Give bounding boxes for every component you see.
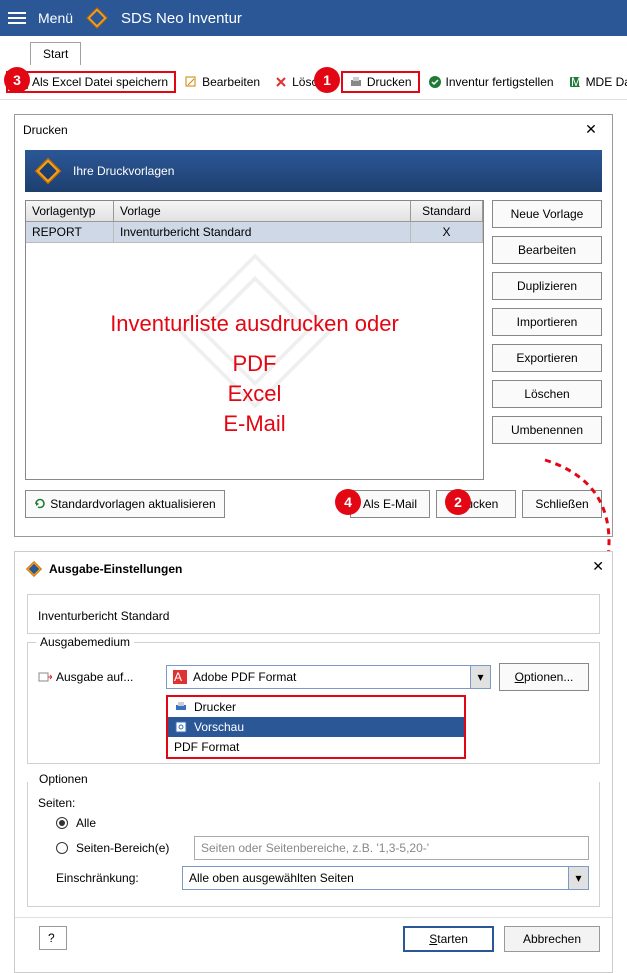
page-range-input[interactable]: Seiten oder Seitenbereiche, z.B. '1,3-5,… — [194, 836, 589, 860]
finish-icon — [428, 75, 442, 89]
toolbar-edit[interactable]: Bearbeiten — [178, 73, 266, 91]
svg-text:A: A — [174, 670, 182, 684]
output-dropdown: Drucker Vorschau PDF Format — [166, 695, 466, 759]
dialog-print-header: Ihre Druckvorlagen — [73, 164, 174, 178]
menu-icon[interactable] — [8, 12, 26, 24]
annotation-badge-3: 3 — [4, 67, 30, 93]
radio-range[interactable] — [56, 842, 68, 854]
import-button[interactable]: Importieren — [492, 308, 602, 336]
settings-close[interactable]: ✕ — [592, 558, 604, 575]
edit-icon — [184, 75, 198, 89]
output-label: Ausgabe auf... — [56, 670, 133, 684]
toolbar-save-excel[interactable]: X Als Excel Datei speichern — [6, 71, 176, 93]
output-combo[interactable]: A Adobe PDF Format ▾ — [166, 665, 491, 689]
print-icon — [349, 75, 363, 89]
dialog-logo-icon — [33, 156, 63, 186]
edit-template-button[interactable]: Bearbeiten — [492, 236, 602, 264]
app-title: SDS Neo Inventur — [121, 10, 242, 27]
chevron-down-icon[interactable]: ▾ — [470, 666, 490, 688]
help-button[interactable]: ? — [39, 926, 67, 950]
preview-icon — [174, 720, 188, 734]
refresh-icon — [34, 498, 46, 510]
delete-icon — [274, 75, 288, 89]
grid-col-type[interactable]: Vorlagentyp — [26, 201, 114, 221]
output-value: Adobe PDF Format — [193, 670, 296, 684]
svg-text:?: ? — [48, 931, 55, 945]
rename-button[interactable]: Umbenennen — [492, 416, 602, 444]
update-templates-button[interactable]: Standardvorlagen aktualisieren — [25, 490, 225, 518]
cancel-button[interactable]: Abbrechen — [504, 926, 600, 952]
grid-col-template[interactable]: Vorlage — [114, 201, 411, 221]
duplicate-button[interactable]: Duplizieren — [492, 272, 602, 300]
restriction-combo[interactable]: Alle oben ausgewählten Seiten ▾ — [182, 866, 589, 890]
app-logo-icon — [85, 6, 109, 30]
start-button[interactable]: Starten — [403, 926, 494, 952]
restriction-label: Einschränkung: — [56, 871, 174, 885]
watermark-icon — [165, 241, 345, 421]
svg-text:M: M — [571, 75, 581, 89]
chevron-down-icon[interactable]: ▾ — [568, 867, 588, 889]
cell-standard: X — [411, 222, 483, 242]
grid-row[interactable]: REPORT Inventurbericht Standard X — [26, 222, 483, 243]
menu-label[interactable]: Menü — [38, 10, 73, 26]
cell-template: Inventurbericht Standard — [114, 222, 411, 242]
dialog-print-title: Drucken — [23, 123, 68, 137]
radio-all-label: Alle — [76, 816, 96, 830]
radio-all[interactable] — [56, 817, 68, 829]
cell-type: REPORT — [26, 222, 114, 242]
dropdown-item-preview[interactable]: Vorschau — [168, 717, 464, 737]
dropdown-item-printer[interactable]: Drucker — [168, 697, 464, 717]
radio-range-label: Seiten-Bereich(e) — [76, 841, 186, 855]
dropdown-item-pdf[interactable]: PDF Format — [168, 737, 464, 757]
tab-start[interactable]: Start — [30, 42, 81, 65]
settings-logo-icon — [25, 560, 43, 578]
toolbar-mde[interactable]: M MDE Daten ein — [562, 73, 627, 91]
printer-icon — [174, 700, 188, 714]
annotation-badge-4: 4 — [335, 489, 361, 515]
group-output-medium: Ausgabemedium — [36, 635, 134, 649]
mde-icon: M — [568, 75, 582, 89]
annotation-badge-1: 1 — [314, 67, 340, 93]
annotation-badge-2: 2 — [445, 489, 471, 515]
settings-subtitle: Inventurbericht Standard — [38, 609, 169, 623]
export-button[interactable]: Exportieren — [492, 344, 602, 372]
restriction-value: Alle oben ausgewählten Seiten — [189, 871, 354, 885]
toolbar-print[interactable]: Drucken — [341, 71, 420, 93]
settings-title-text: Ausgabe-Einstellungen — [49, 562, 182, 576]
close-button[interactable]: Schließen — [522, 490, 602, 518]
grid-col-standard[interactable]: Standard — [411, 201, 483, 221]
output-icon — [38, 670, 52, 684]
toolbar-finish[interactable]: Inventur fertigstellen — [422, 73, 560, 91]
delete-template-button[interactable]: Löschen — [492, 380, 602, 408]
help-icon: ? — [46, 931, 60, 945]
pdf-icon: A — [173, 670, 187, 684]
new-template-button[interactable]: Neue Vorlage — [492, 200, 602, 228]
dialog-print-close[interactable]: ✕ — [578, 121, 604, 138]
as-email-button[interactable]: Als E-Mail — [350, 490, 430, 518]
options-button[interactable]: Optionen... — [499, 663, 589, 691]
pages-label: Seiten: — [38, 796, 75, 810]
